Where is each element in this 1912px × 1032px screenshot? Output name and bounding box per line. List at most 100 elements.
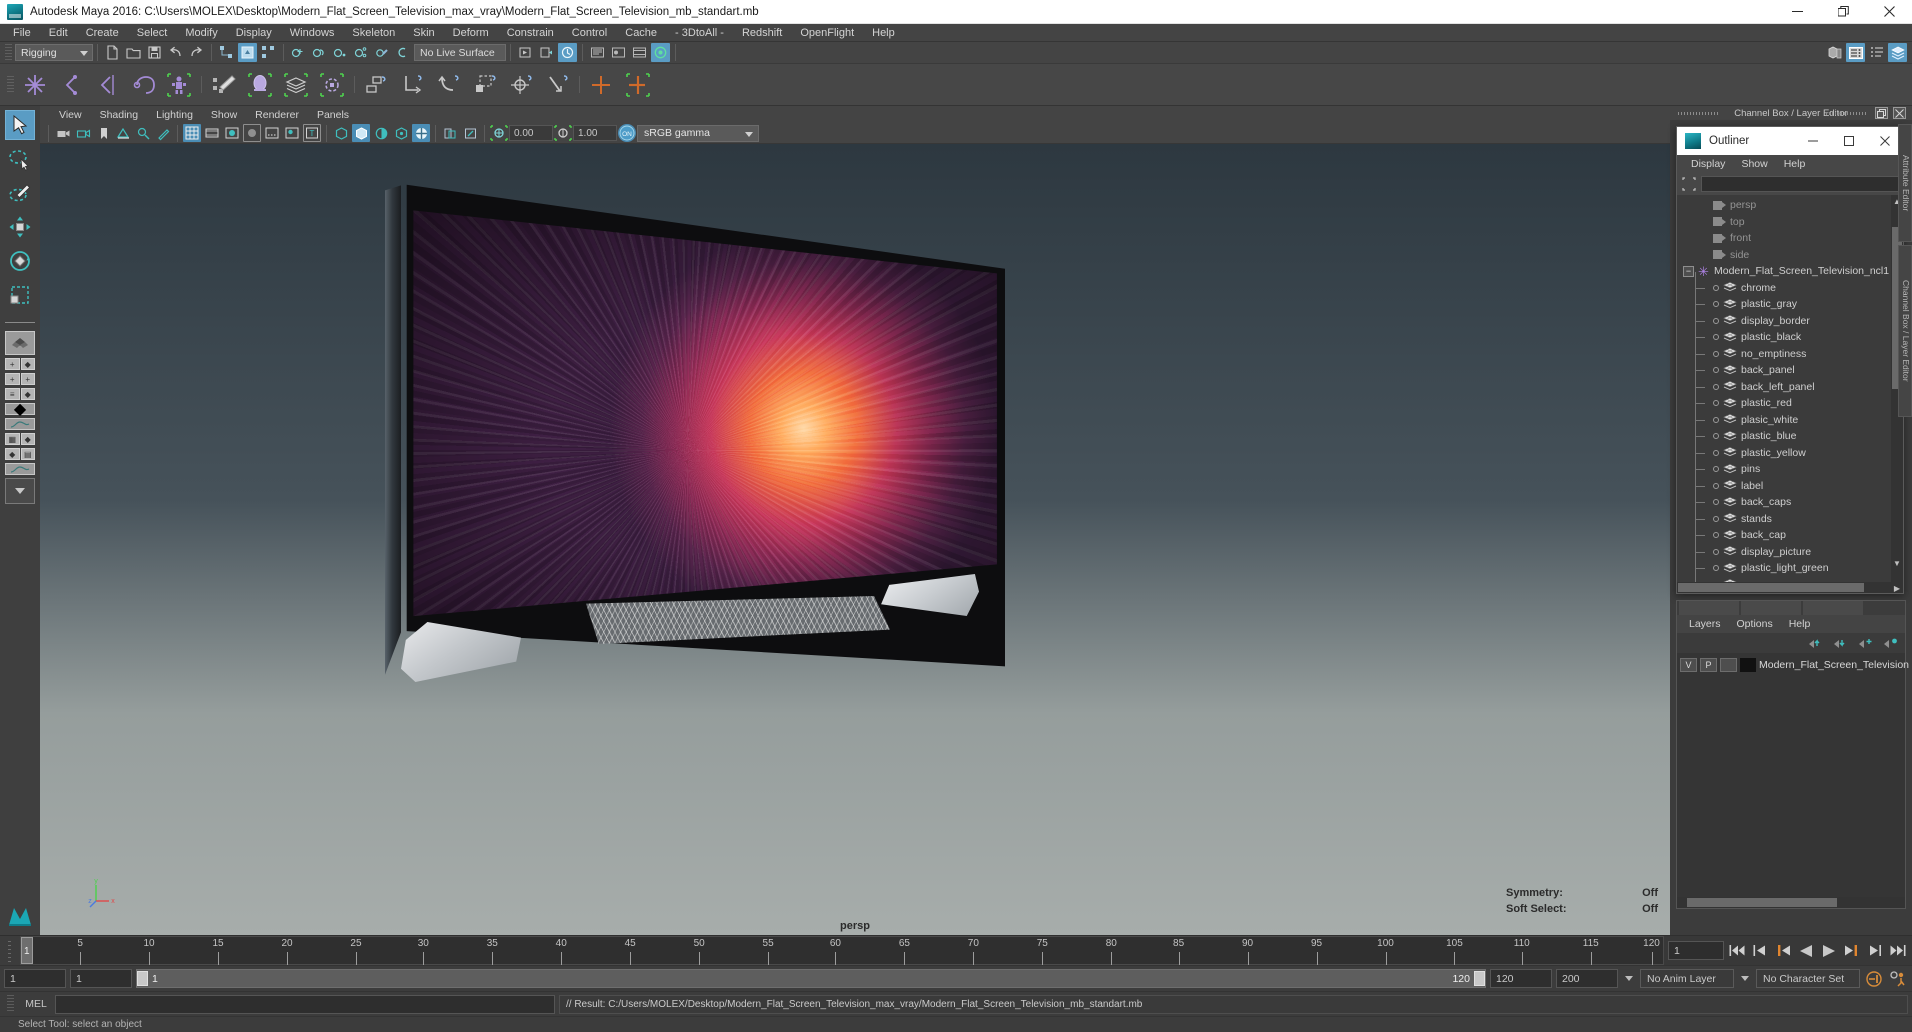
move-tool[interactable]: [5, 212, 35, 242]
quick-layout-hypergraph-button[interactable]: ▦: [5, 433, 20, 445]
shaded-display-icon[interactable]: [223, 124, 241, 142]
exposure-reset-icon[interactable]: [441, 124, 459, 142]
paint-select-tool[interactable]: [5, 178, 35, 208]
menu-skeleton[interactable]: Skeleton: [343, 24, 404, 42]
outliner-item-plastic_yellow[interactable]: plastic_yellow: [1677, 436, 1903, 462]
auto-keyframe-toggle-icon[interactable]: [1864, 968, 1884, 990]
render-settings-icon[interactable]: [588, 43, 607, 62]
snap-point-icon[interactable]: [331, 43, 350, 62]
outliner-item-stands[interactable]: stands: [1677, 502, 1903, 528]
animation-start-time-field[interactable]: 1: [4, 969, 66, 988]
node-toggle-icon[interactable]: [1713, 284, 1719, 291]
menu-control[interactable]: Control: [563, 24, 616, 42]
quick-layout-persp-button[interactable]: +: [5, 358, 20, 370]
xray-active-components-icon[interactable]: [372, 124, 390, 142]
ipr-render-icon[interactable]: [558, 43, 577, 62]
show-channel-box-icon[interactable]: [1846, 43, 1865, 62]
menu-edit[interactable]: Edit: [40, 24, 77, 42]
new-scene-button[interactable]: [103, 43, 122, 62]
image-plane-icon[interactable]: [114, 124, 132, 142]
undo-button[interactable]: [166, 43, 185, 62]
layer-display-type-toggle[interactable]: [1720, 658, 1737, 672]
scrollbar-thumb[interactable]: [1678, 583, 1864, 592]
layer-color-swatch[interactable]: [1740, 658, 1756, 672]
node-toggle-icon[interactable]: [1713, 548, 1719, 555]
outliner-item-back_left_panel[interactable]: back_left_panel: [1677, 370, 1903, 396]
quick-layout-persp3-button[interactable]: ◆: [5, 448, 20, 460]
menu-modify[interactable]: Modify: [176, 24, 226, 42]
node-toggle-icon[interactable]: [1713, 383, 1719, 390]
anim-layer-selector[interactable]: No Anim Layer: [1640, 969, 1734, 988]
node-toggle-icon[interactable]: [1713, 400, 1719, 407]
animation-end-time-field[interactable]: 200: [1556, 969, 1618, 988]
interactive-bind-icon[interactable]: [244, 69, 276, 101]
orient-constraint-icon[interactable]: [433, 69, 465, 101]
outliner-menu-display[interactable]: Display: [1683, 158, 1733, 170]
dock-close-button[interactable]: [1893, 107, 1906, 119]
snap-view-plane-icon[interactable]: [352, 43, 371, 62]
xray-joints-icon[interactable]: [352, 124, 370, 142]
layer-visibility-toggle[interactable]: V: [1680, 658, 1697, 672]
outliner-item-display_border[interactable]: display_border: [1677, 304, 1903, 330]
command-input-field[interactable]: [55, 994, 555, 1014]
open-render-view-icon[interactable]: [516, 43, 535, 62]
pole-vector-constraint-icon[interactable]: [541, 69, 573, 101]
quick-layout-single-perspective[interactable]: [5, 331, 35, 355]
select-camera-icon[interactable]: [54, 124, 72, 142]
panel-menu-shading[interactable]: Shading: [91, 109, 148, 121]
step-back-key-button[interactable]: [1750, 940, 1770, 962]
node-toggle-icon[interactable]: [1713, 433, 1719, 440]
outliner-item-back_caps[interactable]: back_caps: [1677, 486, 1903, 511]
select-object-button[interactable]: [238, 43, 257, 62]
aim-constraint-icon[interactable]: [505, 69, 537, 101]
node-toggle-icon[interactable]: [1713, 499, 1719, 506]
node-toggle-icon[interactable]: [1713, 515, 1719, 522]
outliner-tree[interactable]: persp top front side − ✳ Modern_Flat_Scr…: [1677, 195, 1903, 582]
side-tab-attribute-editor[interactable]: Attribute Editor: [1898, 124, 1912, 242]
menu-redshift[interactable]: Redshift: [733, 24, 791, 42]
xray-icon[interactable]: [332, 124, 350, 142]
step-forward-key-button[interactable]: [1865, 940, 1885, 962]
menu-file[interactable]: File: [4, 24, 40, 42]
open-scene-button[interactable]: [124, 43, 143, 62]
quick-layout-persp2-button[interactable]: ◆: [20, 433, 35, 445]
outliner-item-plastic_gray[interactable]: plastic_gray: [1677, 288, 1903, 313]
panel-menu-view[interactable]: View: [50, 109, 91, 121]
grid-toggle-icon[interactable]: [183, 124, 201, 142]
outliner-item-back_cap[interactable]: back_cap: [1677, 519, 1903, 544]
select-hierarchy-button[interactable]: [217, 43, 236, 62]
outliner-item-no_emptiness[interactable]: no_emptiness: [1677, 337, 1903, 363]
current-time-indicator[interactable]: 1: [21, 937, 33, 964]
dock-grip-right[interactable]: [1826, 112, 1868, 115]
outliner-item-persp[interactable]: persp: [1677, 197, 1903, 214]
save-scene-button[interactable]: [145, 43, 164, 62]
redo-button[interactable]: [187, 43, 206, 62]
live-surface-field[interactable]: No Live Surface: [414, 44, 506, 61]
statusline-grip[interactable]: [5, 43, 12, 62]
ik-spline-icon[interactable]: [91, 69, 123, 101]
menu-openflight[interactable]: OpenFlight: [791, 24, 863, 42]
select-component-button[interactable]: [259, 43, 278, 62]
command-line-grip[interactable]: [7, 995, 14, 1013]
snap-grid-icon[interactable]: [289, 43, 308, 62]
playback-end-time-field[interactable]: 120: [1490, 969, 1552, 988]
scale-constraint-icon[interactable]: [469, 69, 501, 101]
node-toggle-icon[interactable]: [1713, 416, 1719, 423]
layer-list[interactable]: V P Modern_Flat_Screen_Television: [1677, 653, 1909, 897]
step-back-frame-button[interactable]: [1773, 940, 1793, 962]
joint-tool-icon[interactable]: [19, 69, 51, 101]
tab-render[interactable]: [1741, 601, 1801, 615]
side-tab-channel-box[interactable]: Channel Box / Layer Editor: [1898, 245, 1912, 417]
node-toggle-icon[interactable]: [1713, 466, 1719, 473]
outliner-item-chrome[interactable]: chrome: [1677, 271, 1903, 297]
panel-menu-lighting[interactable]: Lighting: [147, 109, 202, 121]
menu-cache[interactable]: Cache: [616, 24, 666, 42]
outliner-horizontal-scrollbar[interactable]: ▶: [1677, 582, 1903, 593]
outliner-item-plastic_red[interactable]: plastic_red: [1677, 387, 1903, 412]
create-empty-layer-icon[interactable]: [1858, 637, 1874, 649]
range-end-handle[interactable]: [1474, 971, 1485, 986]
outliner-menu-help[interactable]: Help: [1776, 158, 1814, 170]
paint-skin-weights-icon[interactable]: [208, 69, 240, 101]
render-toggle-icon[interactable]: [651, 43, 670, 62]
lasso-select-tool[interactable]: [5, 144, 35, 174]
